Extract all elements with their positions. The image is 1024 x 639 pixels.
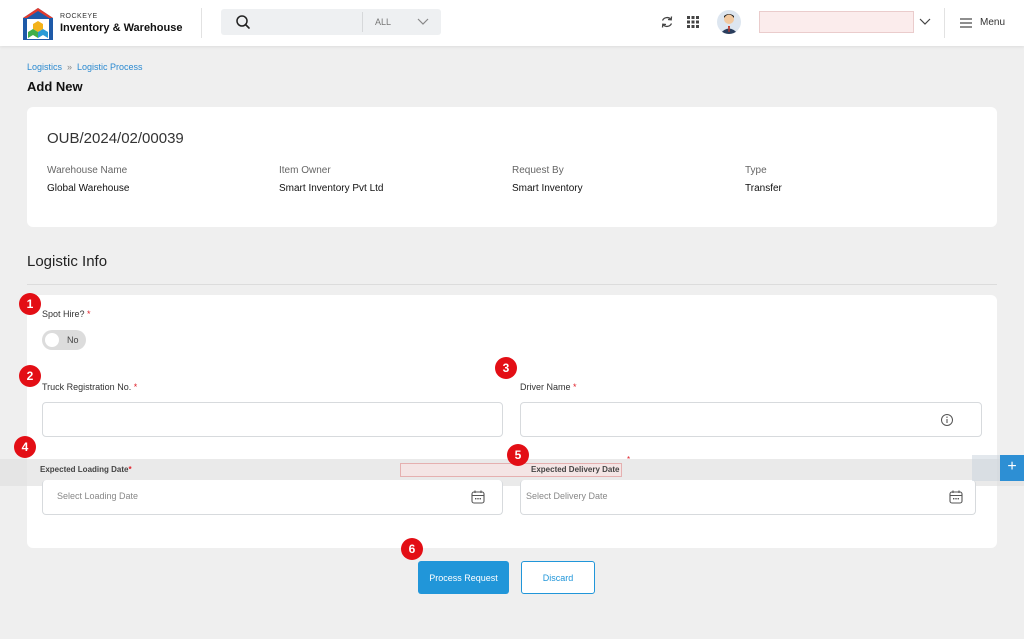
add-floating-button[interactable]: +: [1000, 455, 1024, 481]
spot-hire-toggle[interactable]: No: [42, 330, 86, 350]
breadcrumb-logistic-process[interactable]: Logistic Process: [77, 62, 143, 72]
expected-delivery-date-label-text: Expected Delivery Date: [531, 465, 620, 474]
driver-name-label: Driver Name *: [520, 382, 577, 392]
top-bar: ROCKEYE Inventory & Warehouse ALL Menu: [0, 0, 1024, 46]
search-divider: [362, 12, 363, 32]
driver-name-label-text: Driver Name: [520, 382, 571, 392]
breadcrumb-separator-icon: »: [67, 62, 73, 72]
brand-subtitle: ROCKEYE: [60, 13, 98, 20]
driver-name-input[interactable]: [520, 402, 982, 437]
chevron-down-icon[interactable]: [919, 17, 931, 27]
brand-title: Inventory & Warehouse: [60, 22, 183, 34]
brand-logo-icon[interactable]: [22, 7, 54, 41]
warehouse-name-value: Global Warehouse: [47, 183, 130, 194]
item-owner-label: Item Owner: [279, 165, 331, 176]
truck-registration-input[interactable]: [42, 402, 503, 437]
menu-label[interactable]: Menu: [980, 17, 1005, 28]
fab-shade: [972, 455, 1000, 481]
search-icon[interactable]: [234, 13, 252, 31]
process-request-button[interactable]: Process Request: [418, 561, 509, 594]
info-icon[interactable]: [939, 412, 955, 428]
step-badge-3: 3: [495, 357, 517, 379]
spot-hire-value: No: [67, 335, 79, 345]
required-marker: *: [128, 465, 132, 474]
step-badge-6: 6: [401, 538, 423, 560]
step-badge-5: 5: [507, 444, 529, 466]
global-search[interactable]: ALL: [221, 9, 441, 35]
user-profile-box[interactable]: [759, 11, 914, 33]
required-marker: *: [87, 309, 91, 319]
expected-loading-date-label: Expected Loading Date*: [40, 465, 132, 474]
calendar-icon[interactable]: [948, 489, 964, 505]
expected-delivery-date-input[interactable]: Select Delivery Date: [520, 480, 976, 515]
warehouse-name-label: Warehouse Name: [47, 165, 128, 176]
search-scope-select[interactable]: ALL: [375, 17, 391, 27]
divider: [944, 8, 945, 38]
truck-registration-label: Truck Registration No. *: [42, 382, 137, 392]
toggle-knob: [45, 333, 59, 347]
spot-hire-label: Spot Hire? *: [42, 309, 91, 319]
avatar[interactable]: [717, 10, 741, 34]
required-marker: *: [133, 382, 138, 392]
required-marker: *: [573, 382, 577, 392]
user-avatar-icon: [720, 14, 738, 34]
expected-loading-date-input[interactable]: Select Loading Date: [42, 480, 503, 515]
chevron-down-icon[interactable]: [417, 17, 429, 27]
delivery-date-placeholder: Select Delivery Date: [526, 491, 608, 501]
step-badge-2: 2: [19, 365, 41, 387]
required-marker: *: [627, 455, 631, 464]
order-summary-card: OUB/2024/02/00039 Warehouse Name Global …: [27, 107, 997, 227]
truck-registration-label-text: Truck Registration No.: [42, 382, 132, 392]
order-id: OUB/2024/02/00039: [47, 130, 184, 147]
expected-loading-date-label-text: Expected Loading Date: [40, 465, 129, 474]
breadcrumb-logistics[interactable]: Logistics: [27, 62, 62, 72]
type-label: Type: [745, 165, 767, 176]
section-title: Logistic Info: [27, 253, 108, 270]
divider: [201, 8, 202, 38]
request-by-label: Request By: [512, 165, 564, 176]
loading-date-placeholder: Select Loading Date: [57, 491, 139, 501]
step-badge-4: 4: [14, 436, 36, 458]
calendar-icon[interactable]: [470, 489, 486, 505]
breadcrumb: Logistics » Logistic Process: [27, 62, 143, 72]
step-badge-1: 1: [19, 293, 41, 315]
request-by-value: Smart Inventory: [512, 183, 583, 194]
type-value: Transfer: [745, 183, 782, 194]
page-title: Add New: [27, 79, 83, 94]
item-owner-value: Smart Inventory Pvt Ltd: [279, 183, 384, 194]
spot-hire-label-text: Spot Hire?: [42, 309, 85, 319]
refresh-icon[interactable]: [660, 15, 674, 29]
hamburger-menu-icon[interactable]: [959, 17, 973, 29]
discard-button[interactable]: Discard: [521, 561, 595, 594]
section-divider: [27, 284, 997, 285]
expected-delivery-date-label: Expected Delivery Date: [531, 465, 620, 474]
apps-grid-icon[interactable]: [686, 15, 700, 29]
